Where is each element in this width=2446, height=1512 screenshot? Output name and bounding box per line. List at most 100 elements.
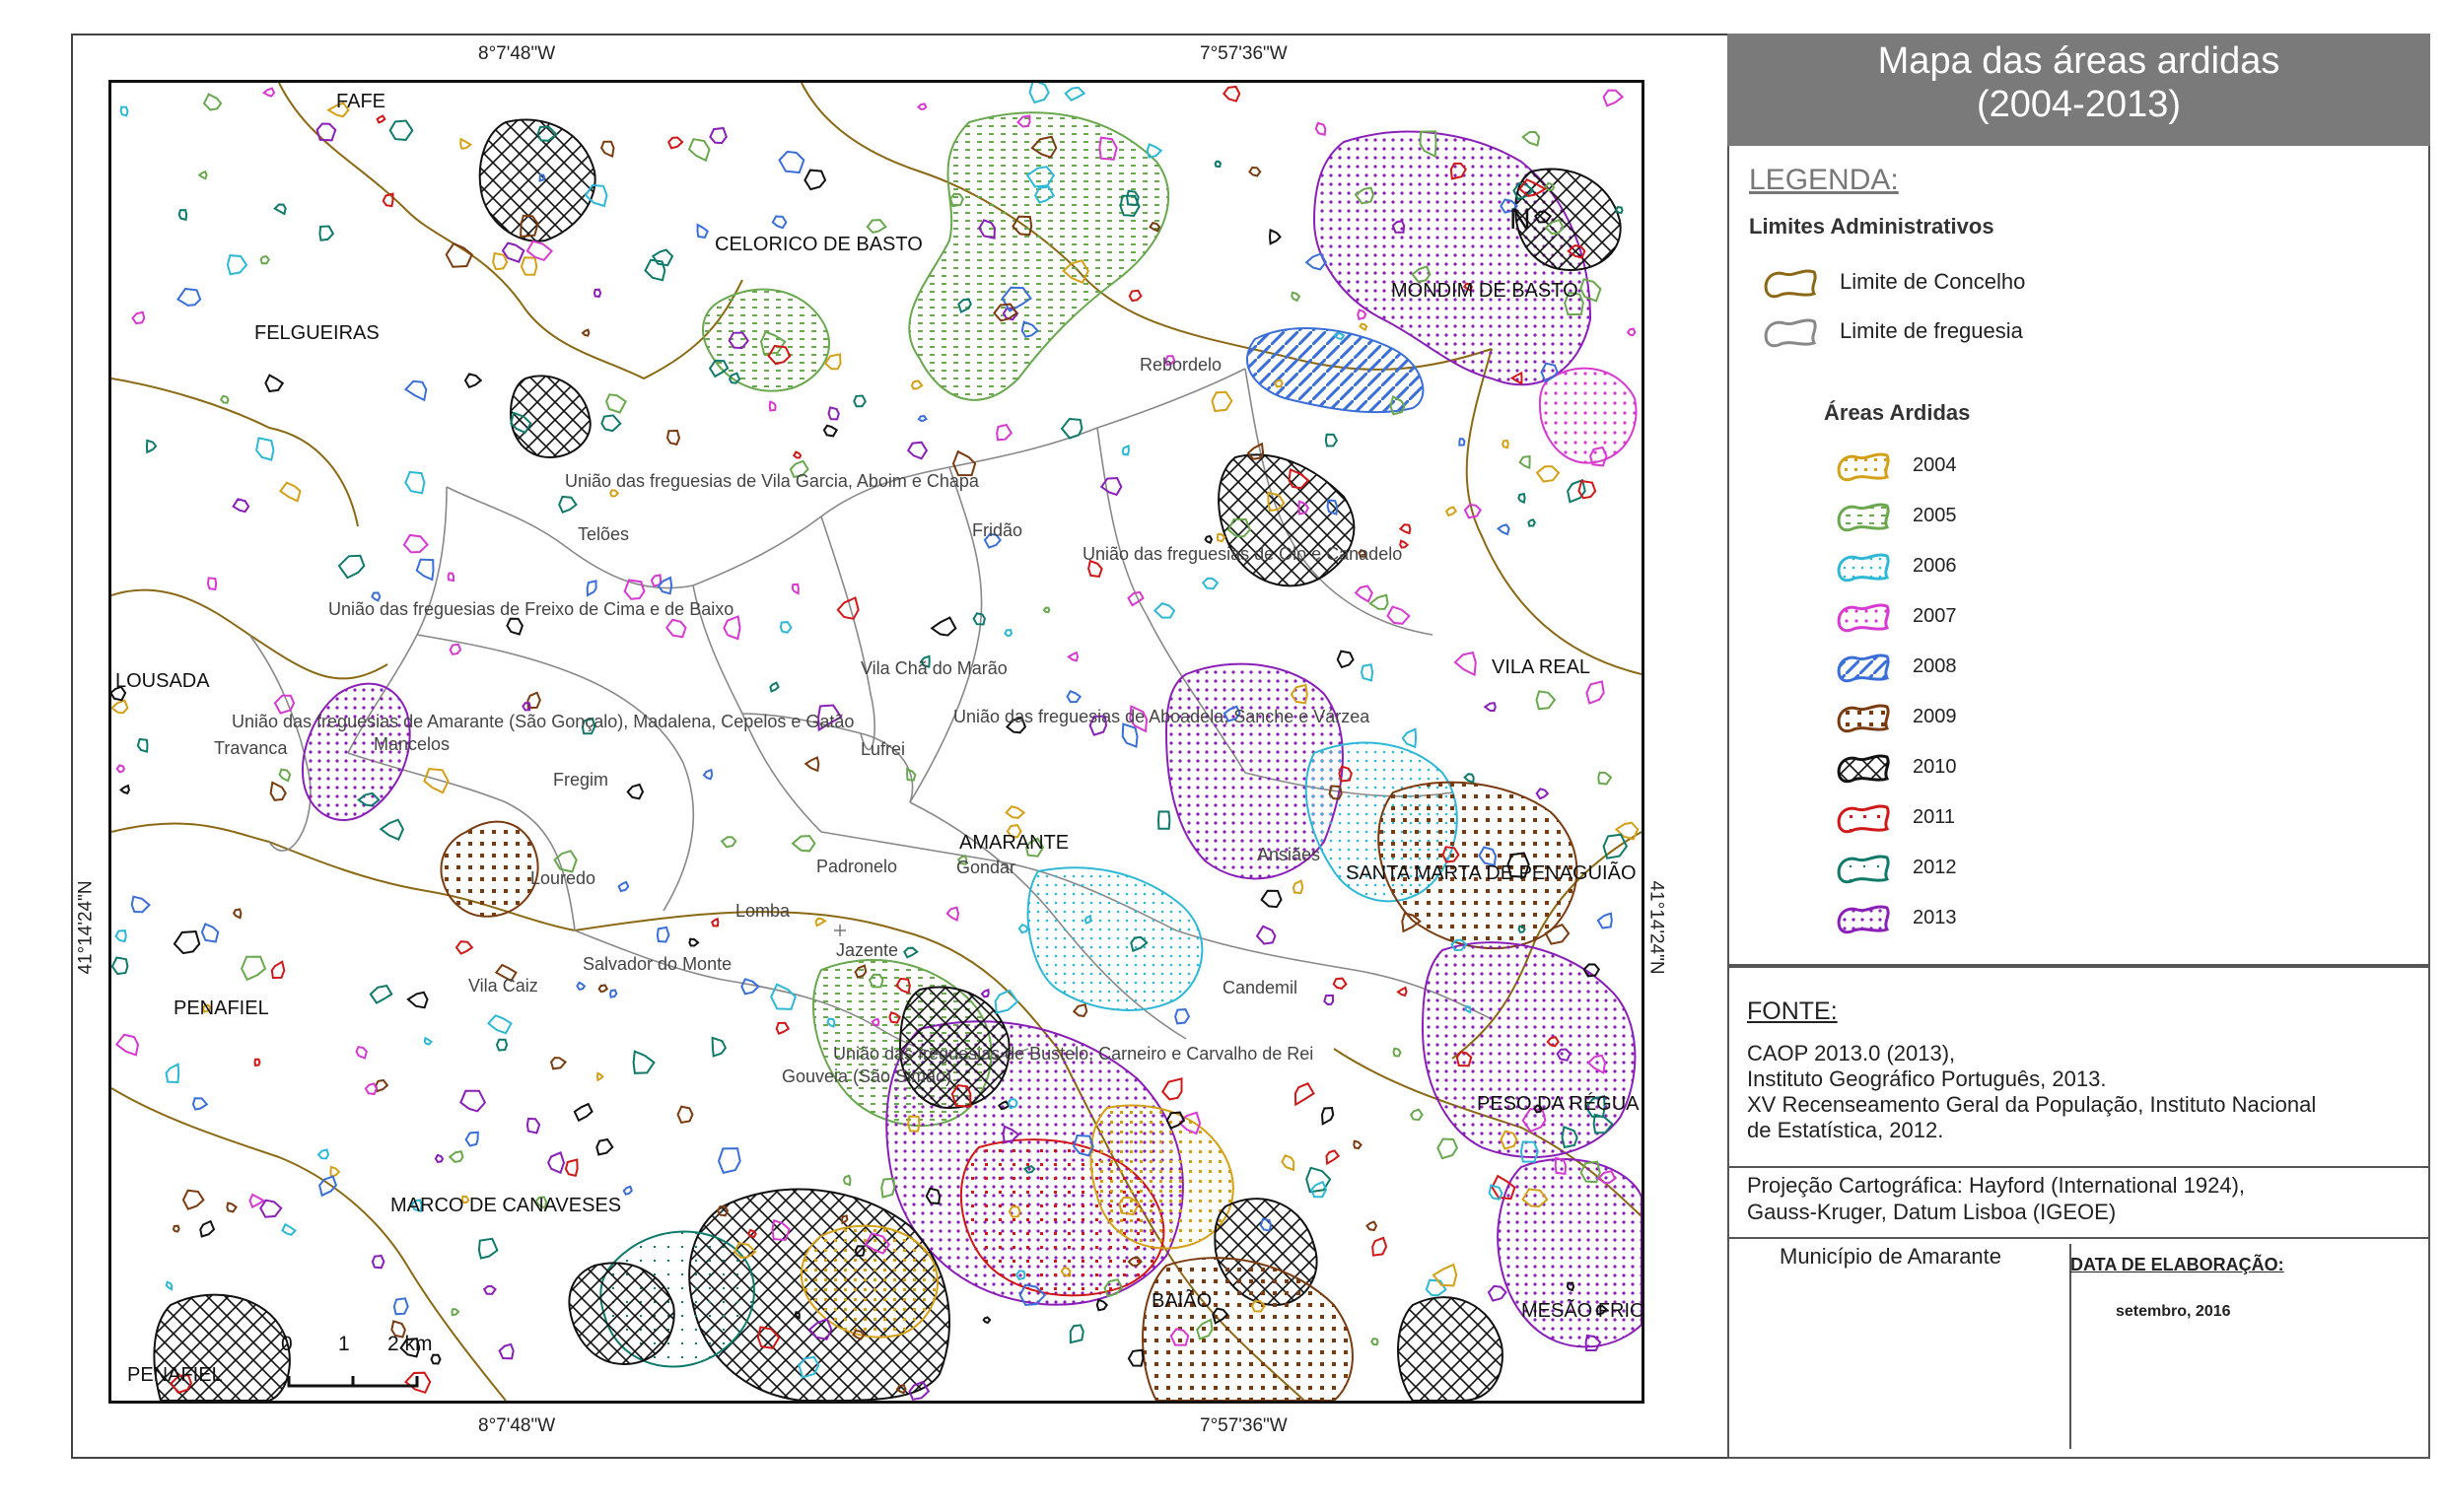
burned-patch (506, 617, 524, 636)
burned-patch (1396, 986, 1408, 997)
burned-patch (1496, 523, 1510, 536)
burned-patch (1153, 602, 1176, 619)
place-aboadela: União das freguesias de Aboadela, Sanche… (953, 707, 1370, 726)
place-penafiel: PENAFIEL (174, 997, 269, 1019)
burned-patch (1401, 727, 1418, 749)
burned-patch (240, 955, 267, 982)
place-amarante: AMARANTE (959, 832, 1070, 854)
burned-patch (1359, 322, 1368, 332)
burned-patch (255, 437, 275, 461)
burned-patch (273, 694, 296, 715)
projection-line-2: Gauss-Kruger, Datum Lisboa (IGEOE) (1747, 1200, 2117, 1224)
map-area[interactable]: FAFE CELORICO DE BASTO MONDIM DE BASTO N… (108, 80, 1644, 1404)
title-line-1: Mapa das áreas ardidas (1877, 40, 2280, 82)
burned-patch (1354, 584, 1373, 603)
burned-patch (1069, 1324, 1084, 1344)
burned-patch (172, 1224, 180, 1233)
burned-patch (617, 880, 630, 893)
source-line-4: de Estatística, 2012. (1747, 1118, 1944, 1142)
burned-patch (1320, 1106, 1335, 1126)
burned-patch (1146, 143, 1163, 159)
burned-patch (404, 470, 426, 495)
date-value: setembro, 2016 (2116, 1303, 2231, 1320)
burned-patch (447, 572, 454, 583)
area-2009-west (440, 820, 539, 918)
burned-patch (226, 1202, 238, 1213)
burned-patch (1357, 309, 1367, 321)
burned-patch (1502, 439, 1509, 449)
burned-patch (1216, 532, 1226, 543)
legend-year-2009: 2009 (1832, 697, 1957, 736)
coord-right: 41°14'24"N (1645, 880, 1667, 975)
burned-patch (632, 1050, 656, 1074)
scale-two: 2 km (387, 1333, 433, 1355)
year-swatch-icon (1837, 503, 1890, 532)
burned-patch (770, 983, 797, 1010)
burned-patch (402, 533, 429, 554)
burned-patch (482, 1284, 497, 1295)
legend-year-label: 2004 (1913, 453, 1957, 476)
place-gouveia: Gouveia (São Simão) (782, 1066, 952, 1086)
burned-patch (994, 989, 1019, 1014)
burned-patch (696, 223, 709, 239)
area-2010-mesao (1397, 1296, 1503, 1401)
place-candemil: Candemil (1223, 978, 1298, 997)
legend-year-2013: 2013 (1832, 898, 1957, 937)
scale-zero: 0 (281, 1333, 293, 1355)
burned-patch (1463, 773, 1475, 785)
burned-patch (1353, 1139, 1363, 1150)
burned-patch (546, 1151, 566, 1175)
burned-patch (376, 114, 386, 124)
burned-patch (1425, 1278, 1447, 1297)
burned-patch (1487, 1284, 1507, 1302)
burned-patch (364, 1082, 379, 1096)
burned-patch (520, 256, 538, 276)
burned-patch (498, 1342, 515, 1360)
burned-patch (430, 1353, 442, 1365)
source-line-1: CAOP 2013.0 (2013), (1747, 1041, 1956, 1065)
burned-patch (1386, 605, 1411, 625)
coord-bottom-left: 8°7'48"W (478, 1415, 556, 1436)
year-swatch-icon (1837, 704, 1890, 733)
burned-patch (329, 1165, 341, 1179)
coord-bottom-right: 7°57'36"W (1200, 1415, 1288, 1436)
legend-burned-title: Áreas Ardidas (1824, 400, 1971, 425)
burned-patch (595, 1137, 614, 1156)
burned-patch (599, 140, 615, 159)
burned-patch (451, 1308, 460, 1317)
burned-patch (173, 930, 201, 955)
date-label: DATA DE ELABORAÇÃO: (2070, 1255, 2284, 1274)
burned-patch (791, 835, 816, 853)
burned-patch (768, 400, 777, 412)
legend-year-2008: 2008 (1832, 647, 1957, 686)
burned-patch (355, 1046, 368, 1060)
burned-patch (1368, 593, 1389, 610)
burned-patch (549, 1057, 568, 1070)
legend-year-2010: 2010 (1832, 747, 1957, 787)
legend-year-2005: 2005 (1832, 496, 1957, 535)
burned-patch (1453, 651, 1477, 677)
burned-patch (573, 1102, 594, 1123)
burned-patch (804, 756, 820, 773)
scale-one: 1 (338, 1333, 350, 1355)
burned-patch (131, 310, 146, 325)
burned-patch (1444, 506, 1458, 517)
burned-patch (375, 1078, 389, 1093)
projection-line-1: Projeção Cartográfica: Hayford (Internat… (1747, 1173, 2246, 1198)
burned-patch (434, 1153, 445, 1163)
legend-year-label: 2013 (1913, 906, 1957, 928)
burned-patch (259, 255, 271, 265)
burned-patch (1099, 476, 1123, 497)
place-fafe: FAFE (336, 91, 386, 112)
place-penafiel-south: PENAFIEL (127, 1364, 223, 1386)
burned-patch (972, 612, 986, 626)
burned-patch (177, 209, 188, 222)
burned-patch (1436, 1137, 1459, 1160)
source-line-2: Instituto Geográfico Português, 2013. (1747, 1066, 2107, 1091)
burned-patch (1602, 833, 1629, 859)
burned-patch (1596, 912, 1613, 929)
burned-patch (259, 1199, 283, 1218)
place-fridao: Fridão (972, 520, 1023, 540)
burned-patch (111, 956, 129, 976)
burned-patch (181, 1189, 205, 1210)
